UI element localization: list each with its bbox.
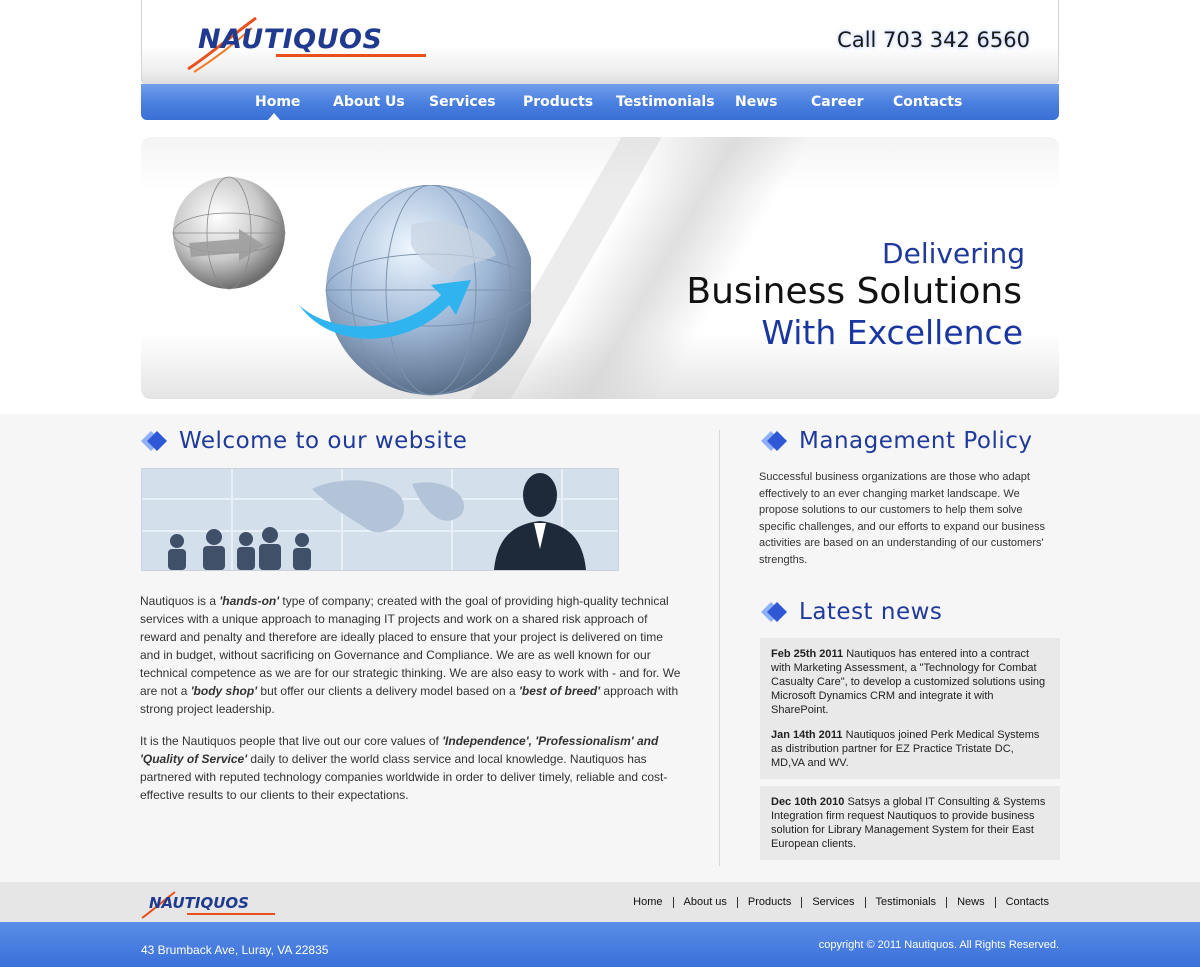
header-top-bar: NAUTIQUOS Call 703 342 6560: [141, 0, 1059, 84]
column-divider: [719, 430, 720, 866]
phone-number: Call 703 342 6560: [837, 28, 1030, 52]
footer-link-about-us[interactable]: About us: [672, 897, 737, 908]
news-date: Dec 10th 2010: [771, 796, 845, 808]
news-item[interactable]: Dec 10th 2010 Satsys a global IT Consult…: [760, 786, 1060, 860]
nav-item-services[interactable]: Services: [429, 94, 496, 110]
news-title: Latest news: [799, 599, 943, 625]
welcome-title: Welcome to our website: [179, 428, 468, 454]
globe-large-icon: [299, 185, 531, 396]
welcome-paragraph-1: Nautiquos is a 'hands-on' type of compan…: [140, 594, 681, 716]
content-area: Welcome to our website Nautiquos is a 'h…: [0, 414, 1200, 882]
nav-item-home[interactable]: Home: [255, 94, 300, 110]
news-item[interactable]: Jan 14th 2011 Nautiquos joined Perk Medi…: [760, 719, 1060, 779]
diamond-bullet-icon: [761, 602, 787, 622]
diamond-bullet-icon: [761, 431, 787, 451]
nav-item-news[interactable]: News: [735, 94, 777, 110]
management-title: Management Policy: [799, 428, 1033, 454]
globe-small-icon: [172, 176, 286, 290]
footer-link-testimonials[interactable]: Testimonials: [864, 897, 947, 908]
nav-item-career[interactable]: Career: [811, 94, 864, 110]
banner-headline-2: Business Solutions: [686, 271, 1022, 312]
team-photo: [141, 468, 619, 571]
logo-text: NAUTIQUOS: [198, 24, 383, 55]
logo-underline: [187, 913, 275, 915]
footer-link-products[interactable]: Products: [736, 897, 801, 908]
news-heading: Latest news: [761, 599, 942, 625]
footer-copyright: copyright © 2011 Nautiquos. All Rights R…: [818, 939, 1059, 951]
nav-item-testimonials[interactable]: Testimonials: [616, 94, 715, 110]
site-header: NAUTIQUOS Call 703 342 6560 Home About U…: [141, 0, 1059, 120]
site-logo[interactable]: NAUTIQUOS: [186, 14, 434, 73]
nav-item-contacts[interactable]: Contacts: [893, 94, 962, 110]
welcome-paragraph-2: It is the Nautiquos people that live out…: [140, 734, 668, 802]
footer-top: NAUTIQUOS Home About us Products Service…: [0, 882, 1200, 922]
news-date: Jan 14th 2011: [771, 729, 843, 741]
management-heading: Management Policy: [761, 428, 1032, 454]
footer-bottom: 43 Brumback Ave, Luray, VA 22835 copyrig…: [0, 922, 1200, 967]
banner-headline-1: Delivering: [882, 237, 1025, 270]
welcome-heading: Welcome to our website: [141, 428, 467, 454]
nav-item-products[interactable]: Products: [523, 94, 593, 110]
nav-active-indicator: [268, 113, 280, 120]
footer-address: 43 Brumback Ave, Luray, VA 22835: [141, 943, 329, 957]
footer-link-news[interactable]: News: [946, 897, 995, 908]
footer-link-services[interactable]: Services: [801, 897, 864, 908]
footer-nav: Home About us Products Services Testimon…: [623, 897, 1059, 908]
diamond-bullet-icon: [141, 431, 167, 451]
hero-banner: Delivering Business Solutions With Excel…: [141, 137, 1059, 399]
news-date: Feb 25th 2011: [771, 648, 844, 660]
logo-underline: [276, 54, 426, 57]
nav-item-about-us[interactable]: About Us: [333, 94, 405, 110]
footer-link-contacts[interactable]: Contacts: [994, 897, 1059, 908]
management-text: Successful business organizations are th…: [759, 471, 1045, 566]
news-item[interactable]: Feb 25th 2011 Nautiquos has entered into…: [760, 638, 1060, 726]
banner-stripe: [488, 137, 824, 399]
main-nav: Home About Us Services Products Testimon…: [141, 84, 1059, 120]
banner-headline-3: With Excellence: [761, 313, 1023, 352]
footer-link-home[interactable]: Home: [623, 897, 672, 908]
footer-logo[interactable]: NAUTIQUOS: [141, 890, 281, 919]
footer-logo-text: NAUTIQUOS: [149, 894, 249, 912]
